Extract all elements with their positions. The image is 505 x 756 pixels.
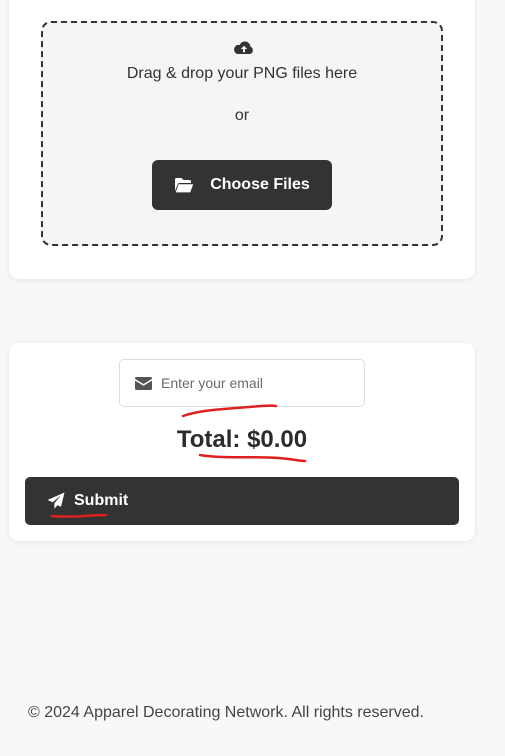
order-total: Total: $0.00	[176, 426, 308, 453]
submit-label: Submit	[74, 492, 129, 509]
order-form-card: Total: $0.00 Submit	[9, 343, 475, 541]
dropzone-instructions: Drag & drop your PNG files here	[126, 65, 358, 82]
cloud-upload-icon	[234, 41, 253, 55]
submit-button[interactable]: Submit	[25, 477, 459, 525]
upload-card: Drag & drop your PNG files here or Choos…	[9, 0, 475, 279]
email-input[interactable]	[161, 375, 351, 391]
folder-open-icon	[175, 178, 194, 193]
paper-plane-icon	[47, 492, 65, 509]
email-field-wrapper[interactable]	[119, 359, 365, 407]
file-dropzone[interactable]: Drag & drop your PNG files here or Choos…	[41, 21, 443, 246]
or-separator: or	[234, 107, 250, 124]
footer-copyright: © 2024 Apparel Decorating Network. All r…	[28, 704, 424, 721]
choose-files-label: Choose Files	[210, 176, 310, 193]
choose-files-button[interactable]: Choose Files	[152, 160, 332, 210]
annotation-stroke-total	[198, 453, 307, 463]
envelope-icon	[135, 376, 152, 390]
annotation-stroke-email	[181, 404, 278, 418]
